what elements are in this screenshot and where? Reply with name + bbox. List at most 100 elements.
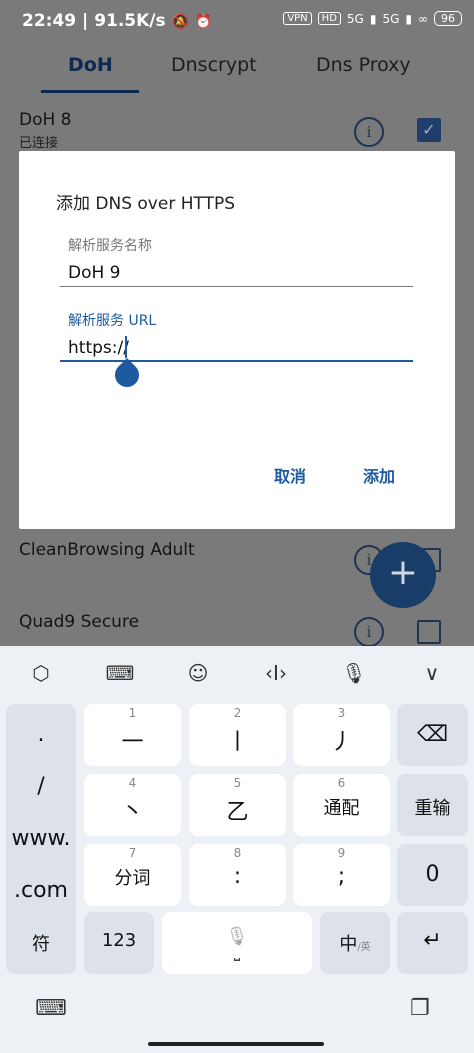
reenter-key[interactable]: 重输 <box>397 774 468 836</box>
server-name[interactable]: CleanBrowsing Adult <box>19 540 195 560</box>
cursor-move-icon[interactable]: ‹I› <box>258 658 294 688</box>
wildcard-key[interactable]: 6 通配 <box>293 774 390 836</box>
info-icon[interactable]: i <box>354 117 384 147</box>
tab-indicator <box>41 90 139 93</box>
key-number: 3 <box>337 706 346 720</box>
checkbox[interactable] <box>417 620 441 644</box>
tab-bar: DoH Dnscrypt Dns Proxy <box>0 42 474 94</box>
symbol-key[interactable]: / <box>6 774 76 799</box>
backspace-key[interactable]: ⌫ <box>397 704 468 766</box>
name-field[interactable]: DoH 9 <box>68 263 121 283</box>
symbol-key[interactable]: .com <box>6 878 76 903</box>
tab-dns-proxy[interactable]: Dns Proxy <box>316 54 411 76</box>
key-label: 丶 <box>121 800 144 825</box>
colon-key[interactable]: 8 : <box>189 844 286 906</box>
key-number: 2 <box>233 706 242 720</box>
server-status: 已连接 <box>19 136 59 151</box>
space-key[interactable]: 🎙 ⎵ <box>162 912 312 974</box>
stroke-key[interactable]: 3 丿 <box>293 704 390 766</box>
status-right: VPN HD 5G ▮ 5G ▮ ∞ 96 <box>283 11 462 26</box>
symbols-key[interactable]: 符 <box>6 912 76 974</box>
key-label: 0 <box>425 862 440 887</box>
language-english: /英 <box>357 942 371 953</box>
tab-doh[interactable]: DoH <box>68 54 113 76</box>
keyboard-layout-icon[interactable]: ⌨ <box>102 658 138 688</box>
cursor-handle-icon[interactable] <box>110 358 144 392</box>
stroke-key[interactable]: 4 丶 <box>84 774 181 836</box>
key-label: 丨 <box>226 730 249 755</box>
key-label: 乙 <box>226 800 249 825</box>
key-label: 丿 <box>330 730 353 755</box>
key-label: 一 <box>121 730 144 755</box>
key-label: : <box>233 864 242 889</box>
zero-key[interactable]: 0 <box>397 844 468 906</box>
key-number: 9 <box>337 846 346 860</box>
keyboard: ⬡ ⌨ ☺ ‹I› 🎙 ∨ . / www. .com 1 一 2 丨 3 丿 … <box>0 646 474 1053</box>
status-left: 22:49 | 91.5K/s 🔕 ⏰ <box>22 11 212 31</box>
cancel-button[interactable]: 取消 <box>274 463 306 487</box>
network-speed: 91.5K/s <box>94 11 166 31</box>
url-field-label: 解析服务 URL <box>68 313 157 329</box>
segment-key[interactable]: 7 分词 <box>84 844 181 906</box>
status-bar: 22:49 | 91.5K/s 🔕 ⏰ VPN HD 5G ▮ 5G ▮ ∞ 9… <box>0 0 474 42</box>
enter-icon: ↵ <box>423 928 442 953</box>
symbol-key[interactable]: . <box>6 722 76 747</box>
status-time: 22:49 <box>22 11 77 31</box>
stroke-key[interactable]: 5 乙 <box>189 774 286 836</box>
info-icon[interactable]: i <box>354 617 384 647</box>
key-label: 重输 <box>414 798 451 819</box>
language-switch-key[interactable]: 中/英 <box>320 912 390 974</box>
enter-key[interactable]: ↵ <box>397 912 468 974</box>
checkbox-checked[interactable]: ✓ <box>417 118 441 142</box>
add-doh-dialog: 添加 DNS over HTTPS 解析服务名称 DoH 9 解析服务 URL … <box>19 151 455 529</box>
alarm-icon: ⏰ <box>194 14 213 30</box>
link-icon: ∞ <box>418 11 428 26</box>
semicolon-key[interactable]: 9 ; <box>293 844 390 906</box>
tab-dnscrypt[interactable]: Dnscrypt <box>171 54 257 76</box>
clipboard-icon[interactable]: ❐ <box>410 996 430 1021</box>
symbol-key[interactable]: www. <box>6 826 76 851</box>
name-field-label: 解析服务名称 <box>68 238 152 254</box>
signal-icon: ▮ <box>405 11 412 26</box>
vpn-badge: VPN <box>283 12 312 25</box>
stroke-key[interactable]: 1 一 <box>84 704 181 766</box>
space-icon: ⎵ <box>233 942 241 961</box>
add-fab-button[interactable]: + <box>370 542 436 608</box>
server-name[interactable]: Quad9 Secure <box>19 612 139 632</box>
collapse-keyboard-icon[interactable]: ∨ <box>414 658 450 688</box>
key-label: 符 <box>32 934 50 955</box>
dialog-title: 添加 DNS over HTTPS <box>56 194 236 214</box>
numbers-key[interactable]: 123 <box>84 912 154 974</box>
hd-badge: HD <box>317 12 341 25</box>
backspace-icon: ⌫ <box>416 722 449 747</box>
signal-icon: ▮ <box>369 11 377 26</box>
language-key-label: 中/英 <box>320 930 390 956</box>
mute-icon: 🔕 <box>171 14 189 30</box>
key-number: 7 <box>128 846 137 860</box>
key-number: 8 <box>233 846 242 860</box>
keyboard-switch-icon[interactable]: ⌨ <box>35 996 67 1021</box>
microphone-icon[interactable]: 🎙 <box>336 658 372 688</box>
key-label: 通配 <box>323 798 360 819</box>
key-label: ; <box>337 864 346 889</box>
url-field-underline <box>60 360 413 362</box>
name-field-underline <box>60 286 413 287</box>
list-item[interactable]: DoH 8 已连接 <box>19 110 72 151</box>
battery-level: 96 <box>434 11 462 26</box>
server-name: DoH 8 <box>19 110 72 130</box>
status-separator: | <box>82 11 95 31</box>
key-number: 1 <box>128 706 137 720</box>
home-indicator <box>148 1042 324 1046</box>
url-field[interactable]: https:// <box>68 338 129 358</box>
signal-2-label: 5G <box>382 11 400 26</box>
signal-1-label: 5G <box>346 11 364 26</box>
key-label: 123 <box>101 930 137 951</box>
text-cursor <box>125 336 127 358</box>
emoji-icon[interactable]: ☺ <box>180 658 216 688</box>
keyboard-logo-icon[interactable]: ⬡ <box>23 658 59 688</box>
key-number: 4 <box>128 776 137 790</box>
stroke-key[interactable]: 2 丨 <box>189 704 286 766</box>
add-button[interactable]: 添加 <box>363 463 395 487</box>
language-chinese: 中 <box>339 934 358 955</box>
key-number: 5 <box>233 776 242 790</box>
